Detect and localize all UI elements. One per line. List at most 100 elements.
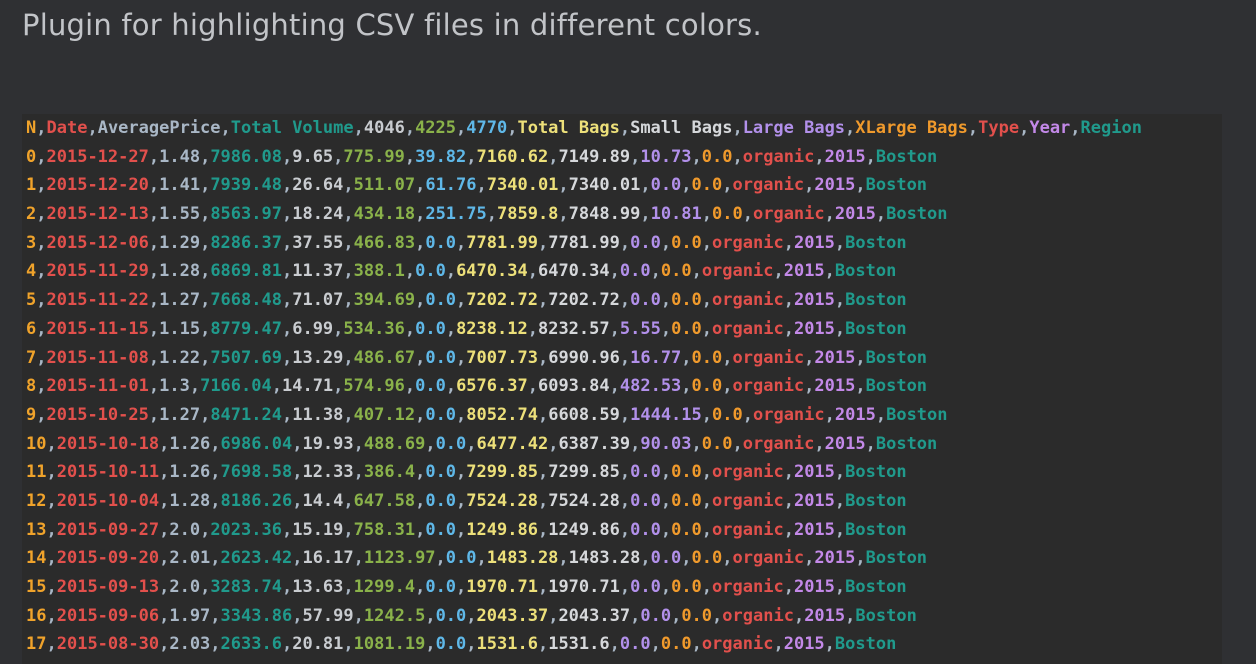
csv-cell: 57.99 [302, 605, 354, 626]
csv-cell: 8286.37 [210, 232, 282, 253]
csv-comma: , [46, 519, 57, 540]
csv-cell: 482.53 [619, 376, 682, 397]
csv-comma: , [507, 118, 518, 138]
csv-cell: 0.0 [671, 318, 702, 339]
csv-cell: 0.0 [425, 404, 457, 425]
csv-cell: 6.99 [292, 318, 334, 339]
csv-data-line: 12,2015-10-04,1.28,8186.26,14.4,647.58,0… [26, 487, 1142, 516]
csv-cell: 11.37 [292, 261, 344, 282]
csv-cell: 1.3 [159, 376, 190, 397]
csv-editor[interactable]: N,Date,AveragePrice,Total Volume,4046,42… [22, 114, 1222, 664]
csv-cell: organic [732, 175, 805, 196]
csv-comma: , [445, 261, 457, 282]
csv-comma: , [46, 548, 57, 569]
csv-cell: 7202.72 [466, 290, 538, 311]
csv-comma: , [783, 577, 794, 597]
csv-comma: , [210, 605, 221, 626]
csv-cell: 0.0 [712, 404, 743, 425]
csv-cell: N [26, 118, 37, 138]
csv-comma: , [148, 261, 160, 282]
csv-comma: , [445, 376, 457, 397]
csv-comma: , [660, 462, 672, 483]
csv-cell: 1081.19 [353, 634, 426, 655]
csv-cell: Boston [845, 318, 907, 339]
csv-comma: , [834, 577, 846, 597]
csv-comma: , [36, 118, 47, 138]
csv-comma: , [415, 404, 426, 425]
csv-comma: , [36, 376, 47, 397]
csv-cell: 2.0 [169, 519, 201, 540]
csv-cell: 0.0 [425, 490, 457, 511]
csv-comma: , [353, 605, 364, 626]
csv-cell: 2015 [834, 404, 876, 425]
csv-cell: 0.0 [435, 634, 467, 655]
csv-cell: Boston [886, 204, 948, 225]
csv-cell: 0.0 [630, 462, 661, 483]
csv-comma: , [619, 577, 631, 597]
csv-cell: 0.0 [415, 318, 446, 339]
csv-cell: 1.41 [159, 175, 201, 196]
csv-cell: 37.55 [292, 232, 344, 253]
csv-cell: 7698.58 [220, 462, 293, 483]
csv-data-line: 10,2015-10-18,1.26,6986.04,19.93,488.69,… [26, 430, 1142, 459]
csv-comma: , [537, 290, 549, 311]
csv-comma: , [537, 347, 549, 368]
csv-comma: , [742, 204, 753, 225]
csv-comma: , [148, 318, 160, 339]
csv-cell: 14.4 [302, 490, 344, 511]
csv-comma: , [671, 605, 682, 626]
csv-cell: 1.27 [159, 290, 201, 311]
csv-comma: , [691, 433, 702, 454]
csv-cell: 1242.5 [363, 605, 426, 626]
csv-comma: , [404, 261, 416, 282]
csv-comma: , [36, 232, 47, 253]
csv-comma: , [783, 232, 794, 253]
csv-comma: , [36, 261, 47, 282]
csv-cell: 10.81 [650, 204, 702, 225]
csv-cell: 0.0 [425, 462, 457, 483]
csv-comma: , [650, 261, 661, 282]
csv-comma: , [804, 548, 815, 569]
csv-cell: 2015-11-29 [46, 261, 149, 282]
csv-cell: 2015-09-06 [56, 605, 160, 626]
csv-comma: , [660, 232, 672, 253]
csv-comma: , [691, 146, 702, 167]
csv-cell: 0.0 [671, 490, 702, 511]
csv-cell: 0.0 [630, 290, 661, 311]
csv-cell: 11 [26, 462, 47, 483]
csv-cell: 0.0 [650, 548, 682, 569]
csv-comma: , [425, 605, 436, 626]
csv-comma: , [200, 232, 211, 253]
csv-cell: 7507.69 [210, 347, 282, 368]
csv-cell: 2015 [793, 318, 835, 339]
csv-cell: 2015 [814, 376, 856, 397]
csv-comma: , [200, 347, 211, 368]
csv-cell: 2015-10-11 [56, 462, 160, 483]
csv-cell: 1444.15 [630, 404, 702, 425]
csv-comma: , [640, 548, 651, 569]
csv-cell: organic [712, 462, 784, 483]
csv-data-line: 16,2015-09-06,1.97,3343.86,57.99,1242.5,… [26, 602, 1142, 631]
csv-cell: 8563.97 [210, 204, 282, 225]
csv-cell: 10.73 [640, 146, 692, 167]
csv-cell: 10 [26, 433, 47, 454]
csv-comma: , [200, 519, 211, 540]
csv-comma: , [466, 605, 477, 626]
csv-cell: 3343.86 [220, 605, 293, 626]
csv-cell: 7668.48 [210, 290, 282, 311]
csv-comma: , [343, 175, 354, 196]
csv-comma: , [36, 290, 47, 311]
csv-cell: 0.0 [425, 290, 457, 311]
csv-cell: organic [742, 146, 815, 167]
csv-cell: 2015 [793, 519, 835, 540]
csv-comma: , [701, 404, 713, 425]
csv-comma: , [343, 347, 354, 368]
csv-cell: 14.71 [281, 376, 334, 397]
csv-cell: 0.0 [671, 519, 702, 540]
csv-cell: organic [752, 404, 825, 425]
csv-comma: , [824, 204, 835, 225]
csv-comma: , [681, 548, 692, 569]
csv-cell: 1.26 [169, 433, 211, 454]
csv-comma: , [619, 118, 631, 138]
csv-cell: 1.22 [159, 347, 201, 368]
